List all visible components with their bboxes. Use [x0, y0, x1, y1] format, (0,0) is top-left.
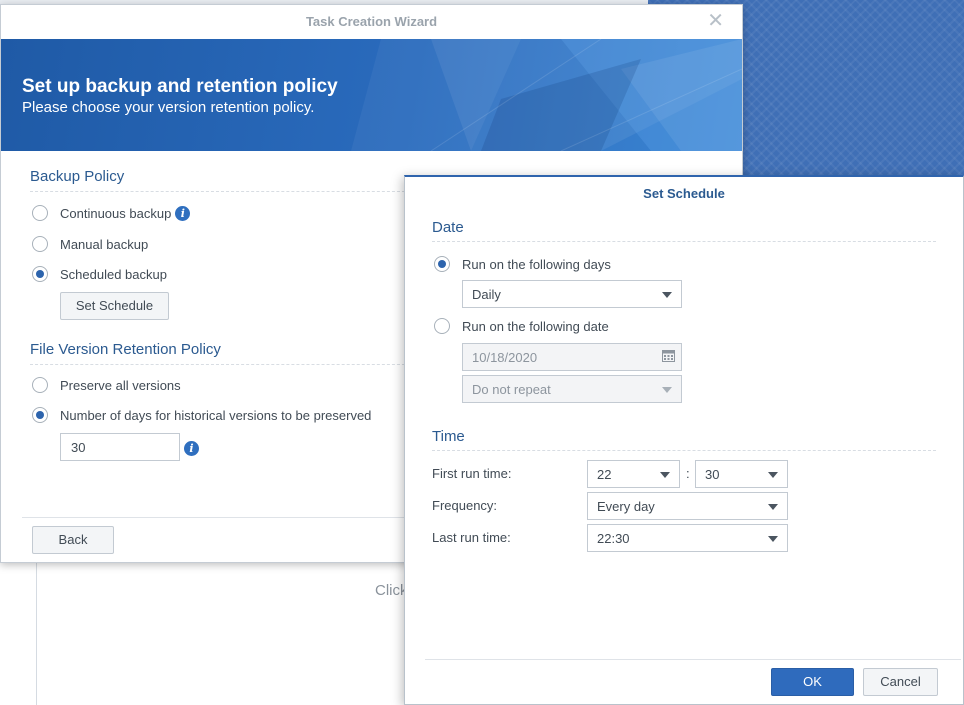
radio-continuous-backup[interactable]: Continuous backup i — [32, 205, 191, 221]
cancel-button[interactable]: Cancel — [863, 668, 938, 696]
radio-run-following-days[interactable]: Run on the following days — [434, 256, 611, 272]
radio-label: Scheduled backup — [60, 266, 167, 282]
info-icon[interactable]: i — [184, 441, 199, 456]
background-frame-line — [36, 560, 37, 705]
radio-button[interactable] — [434, 318, 450, 334]
time-heading: Time — [432, 428, 465, 445]
first-run-hour-select[interactable]: 22 — [587, 460, 680, 488]
wizard-title: Task Creation Wizard — [305, 14, 438, 29]
dialog-footer-divider — [425, 659, 961, 660]
select-value: Daily — [472, 286, 501, 302]
radio-label: Run on the following days — [462, 256, 611, 272]
wizard-banner: Set up backup and retention policy Pleas… — [1, 39, 742, 151]
date-picker-field[interactable]: 10/18/2020 — [462, 343, 682, 371]
days-input[interactable]: 30 — [60, 433, 180, 461]
radio-label: Preserve all versions — [60, 377, 181, 393]
chevron-down-icon — [662, 387, 672, 393]
first-run-time-label: First run time: — [432, 466, 512, 481]
frequency-select[interactable]: Every day — [587, 492, 788, 520]
days-select[interactable]: Daily — [462, 280, 682, 308]
backup-policy-heading: Backup Policy — [30, 168, 125, 185]
frequency-label: Frequency: — [432, 498, 498, 513]
select-value: 22:30 — [597, 530, 630, 546]
chevron-down-icon — [660, 472, 670, 478]
radio-button-selected[interactable] — [32, 407, 48, 423]
first-run-minute-select[interactable]: 30 — [695, 460, 788, 488]
calendar-icon[interactable] — [662, 350, 675, 362]
section-divider — [30, 364, 410, 365]
background-hint-text: Click — [375, 582, 408, 599]
set-schedule-button[interactable]: Set Schedule — [60, 292, 169, 320]
radio-button-selected[interactable] — [434, 256, 450, 272]
dialog-title: Set Schedule — [643, 186, 725, 201]
chevron-down-icon — [768, 536, 778, 542]
radio-manual-backup[interactable]: Manual backup — [32, 236, 148, 252]
last-run-time-label: Last run time: — [432, 530, 511, 545]
chevron-down-icon — [768, 472, 778, 478]
radio-preserve-all-versions[interactable]: Preserve all versions — [32, 377, 181, 393]
radio-days-to-preserve[interactable]: Number of days for historical versions t… — [32, 407, 371, 423]
last-run-time-select[interactable]: 22:30 — [587, 524, 788, 552]
radio-button-selected[interactable] — [32, 266, 48, 282]
date-value: 10/18/2020 — [472, 349, 538, 365]
time-separator: : — [686, 466, 690, 481]
select-value: 30 — [705, 466, 720, 482]
chevron-down-icon — [662, 292, 672, 298]
ok-button[interactable]: OK — [771, 668, 854, 696]
radio-scheduled-backup[interactable]: Scheduled backup — [32, 266, 167, 282]
section-divider — [30, 191, 410, 192]
radio-label: Number of days for historical versions t… — [60, 407, 372, 423]
banner-subtitle: Please choose your version retention pol… — [22, 99, 315, 116]
radio-label: Continuous backup — [60, 205, 172, 221]
radio-run-following-date[interactable]: Run on the following date — [434, 318, 609, 334]
info-icon[interactable]: i — [175, 205, 191, 221]
chevron-down-icon — [768, 504, 778, 510]
retention-policy-heading: File Version Retention Policy — [30, 341, 221, 358]
back-button[interactable]: Back — [32, 526, 114, 554]
select-value: Do not repeat — [472, 381, 551, 397]
set-schedule-dialog: Set Schedule Date Run on the following d… — [404, 175, 964, 705]
wizard-titlebar: Task Creation Wizard ✕ — [1, 5, 742, 38]
banner-title: Set up backup and retention policy — [22, 76, 338, 97]
select-value: 22 — [597, 466, 612, 482]
select-value: Every day — [597, 498, 655, 514]
radio-button[interactable] — [32, 377, 48, 393]
repeat-select[interactable]: Do not repeat — [462, 375, 682, 403]
close-icon[interactable]: ✕ — [707, 11, 724, 31]
section-divider — [432, 450, 936, 451]
section-divider — [432, 241, 936, 242]
radio-label: Manual backup — [60, 236, 149, 252]
radio-button[interactable] — [32, 205, 48, 221]
date-heading: Date — [432, 219, 464, 236]
radio-button[interactable] — [32, 236, 48, 252]
radio-label: Run on the following date — [462, 318, 609, 334]
